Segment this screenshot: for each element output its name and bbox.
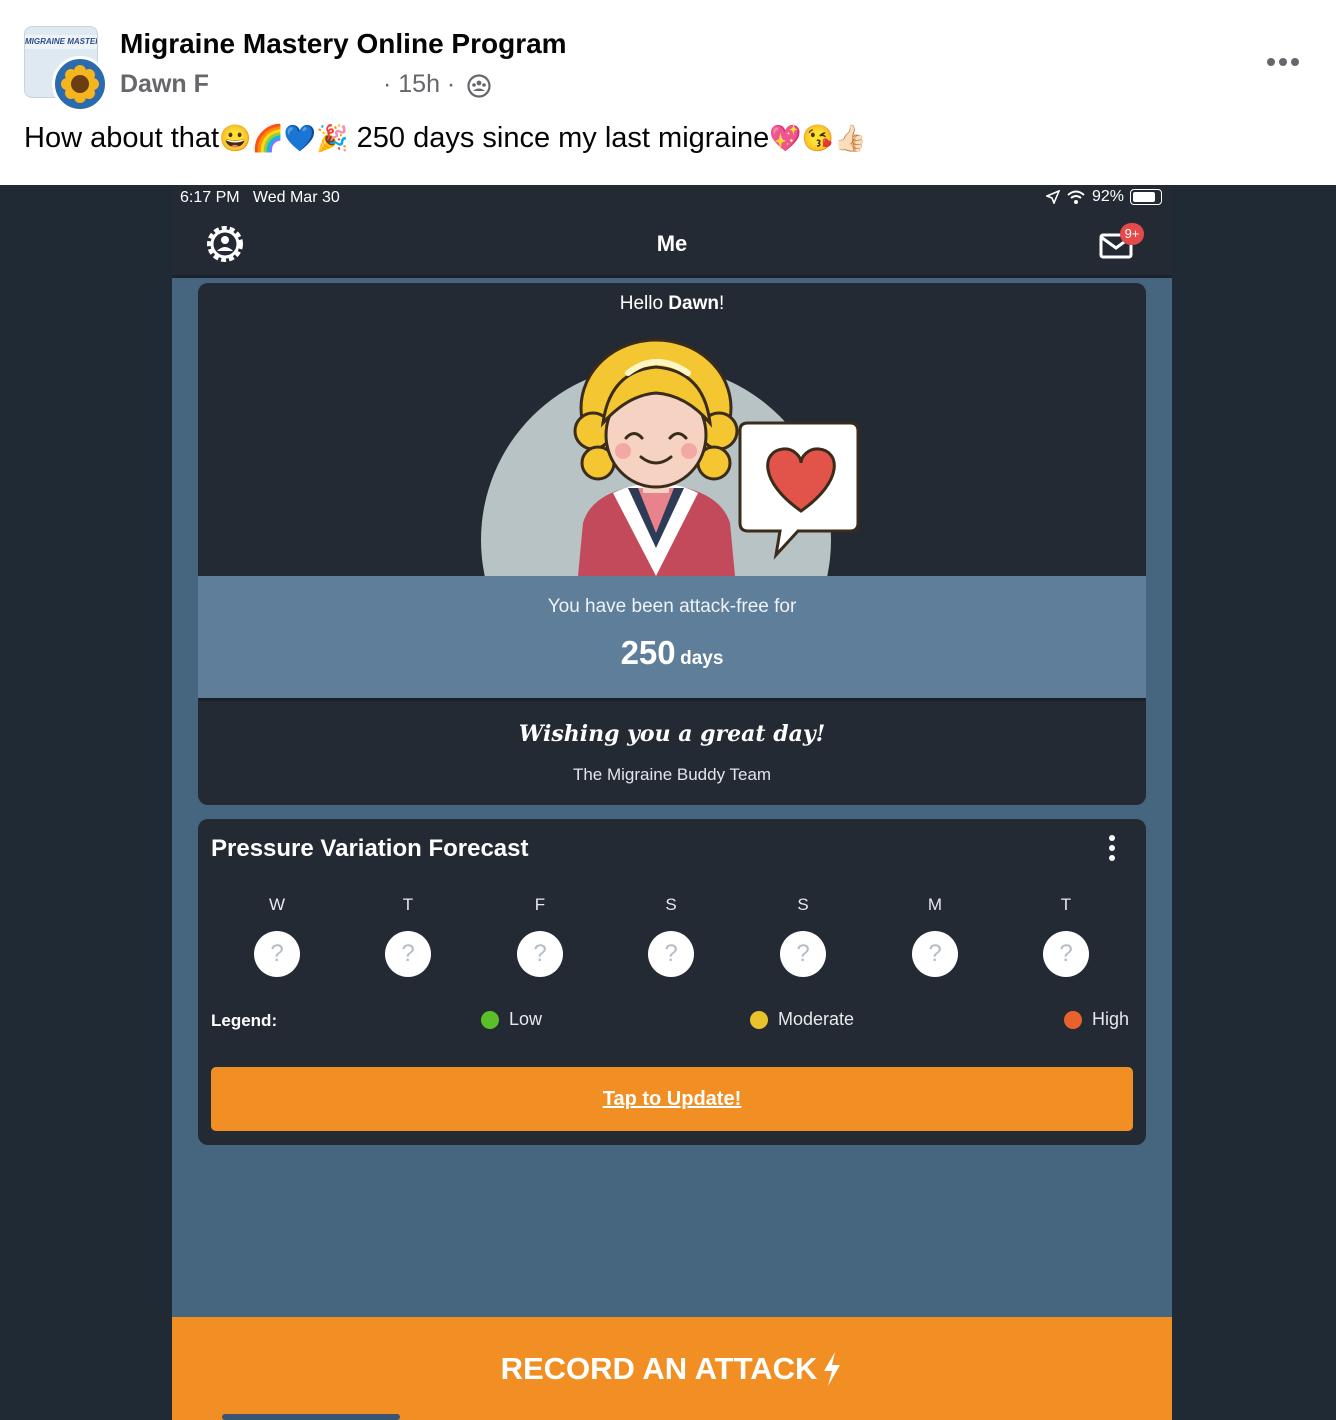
post-timestamp[interactable]: · 15h · (383, 70, 455, 99)
group-name[interactable]: Migraine Mastery Online Program (120, 28, 567, 60)
legend-moderate-label: Moderate (778, 1009, 855, 1029)
more-options-icon[interactable] (1262, 48, 1304, 76)
forecast-day-label: T (402, 895, 414, 914)
sunflower-icon (61, 65, 99, 103)
app-screenshot: 6:17 PM Wed Mar 30 92% Me 9+ Hello Dawn!… (172, 185, 1172, 1420)
attack-free-days-unit: days (680, 648, 724, 669)
greeting-name: Dawn (668, 293, 719, 314)
author-name[interactable]: Dawn F (120, 70, 209, 99)
greeting-suffix: ! (718, 293, 725, 314)
post-header: MIGRAINE MASTERY Migraine Mastery Online… (0, 0, 1336, 185)
lightning-bolt-icon (824, 1351, 841, 1386)
battery-icon (1130, 189, 1162, 205)
app-bar: Me 9+ (172, 211, 1172, 278)
post-emoji-group-1: 😀🌈💙🎉 (219, 123, 349, 153)
kebab-menu-icon[interactable] (1102, 833, 1122, 863)
author-avatar[interactable] (52, 56, 108, 112)
battery-percent: 92% (1091, 188, 1124, 205)
legend-moderate-dot (750, 1010, 768, 1029)
forecast-day-status[interactable]: ? (648, 931, 694, 977)
forecast-day: T? (378, 895, 438, 977)
forecast-day-status[interactable]: ? (517, 931, 563, 977)
attack-free-days: 250 days (198, 634, 1146, 672)
forecast-day-label: S (797, 895, 809, 914)
forecast-day: S? (641, 895, 701, 977)
attack-free-label: You have been attack-free for (547, 596, 797, 617)
greeting-prefix: Hello (619, 293, 669, 314)
status-bar: 6:17 PM Wed Mar 30 92% (172, 185, 1172, 211)
location-arrow-icon (1045, 190, 1060, 204)
forecast-day-status[interactable]: ? (912, 931, 958, 977)
forecast-day: S? (773, 895, 833, 977)
scroll-indicator (222, 1414, 400, 1420)
hello-card: Hello Dawn! You have been attack-free fo… (198, 283, 1146, 805)
forecast-day: F? (510, 895, 570, 977)
forecast-day-label: W (268, 895, 286, 914)
mail-badge: 9+ (1120, 223, 1144, 245)
post-text-middle: 250 days since my last migraine (348, 122, 770, 154)
wifi-icon (1067, 190, 1085, 204)
legend-high-dot (1064, 1010, 1082, 1029)
legend-label: Legend: (211, 1011, 278, 1030)
forecast-day-label: T (1060, 895, 1072, 914)
forecast-day-label: F (534, 895, 546, 914)
legend-high-label: High (1092, 1009, 1130, 1029)
hello-greeting: Hello Dawn! (198, 293, 1146, 315)
forecast-day-status[interactable]: ? (1043, 931, 1089, 977)
legend-moderate: Moderate (750, 1009, 854, 1030)
tap-to-update-button[interactable]: Tap to Update! (211, 1067, 1133, 1131)
forecast-title: Pressure Variation Forecast (211, 835, 529, 862)
forecast-day: W? (247, 895, 307, 977)
group-thumbnail-text: MIGRAINE MASTERY (25, 35, 97, 49)
app-title: Me (656, 231, 688, 256)
user-avatar-illustration (481, 338, 860, 576)
forecast-day-status[interactable]: ? (780, 931, 826, 977)
team-signature: The Migraine Buddy Team (572, 765, 772, 784)
forecast-day-status[interactable]: ? (385, 931, 431, 977)
post-text: How about that😀🌈💙🎉 250 days since my las… (24, 122, 866, 155)
pressure-forecast-card: Pressure Variation Forecast W? T? F? S? S? M?… (198, 819, 1146, 1145)
post-text-start: How about that (24, 122, 220, 154)
legend-low: Low (481, 1009, 542, 1030)
attack-free-band: You have been attack-free for 250 days (198, 576, 1146, 701)
forecast-day-label: S (665, 895, 677, 914)
record-attack-label: RECORD AN ATTACK (500, 1350, 818, 1386)
record-attack-button[interactable]: RECORD AN ATTACK (172, 1317, 1172, 1420)
legend-high: High (1064, 1009, 1129, 1030)
audience-group-icon (467, 74, 491, 98)
forecast-day: M? (905, 895, 965, 977)
attack-free-days-value: 250 (620, 634, 676, 671)
status-time: 6:17 PM Wed Mar 30 (180, 189, 340, 206)
legend-low-dot (481, 1010, 499, 1029)
post-emoji-group-2: 💖😘👍🏻 (769, 123, 867, 153)
wish-message: Wishing you a great day! (518, 721, 826, 747)
forecast-day-label: M (927, 895, 943, 914)
legend-low-label: Low (509, 1009, 543, 1029)
forecast-day: T? (1036, 895, 1096, 977)
forecast-day-status[interactable]: ? (254, 931, 300, 977)
status-right: 92% (1045, 188, 1162, 206)
